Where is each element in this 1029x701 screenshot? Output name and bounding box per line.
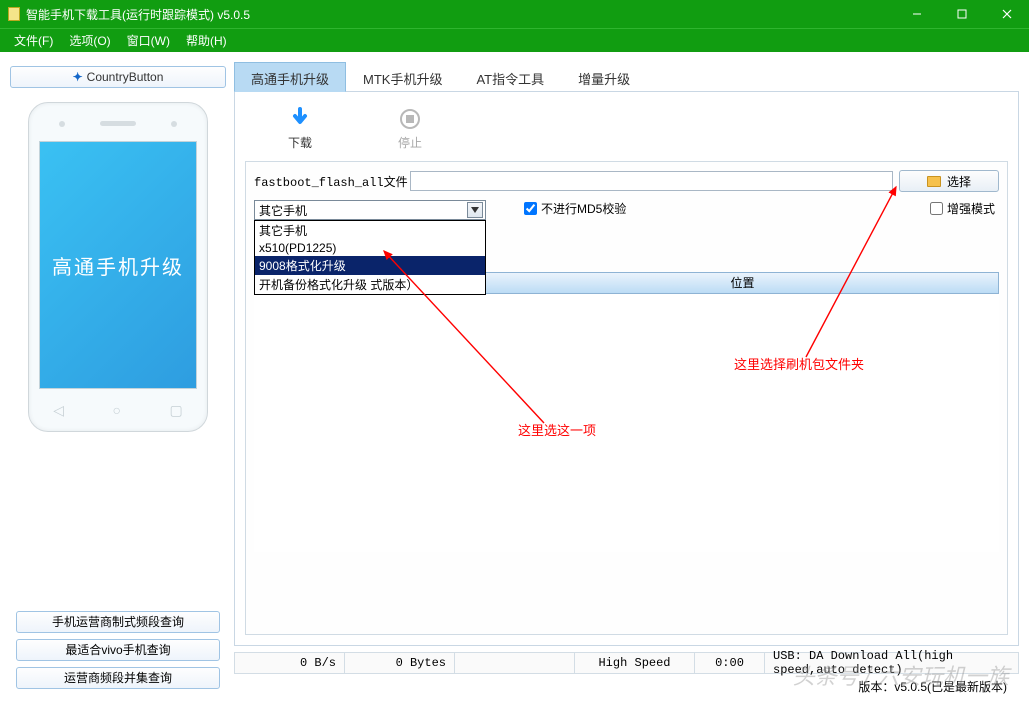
globe-icon: ✦ [73, 67, 83, 87]
file-path-input[interactable] [410, 171, 893, 191]
upgrade-panel: fastboot_flash_all文件 选择 其它手机 其 [245, 161, 1008, 635]
select-button-label: 选择 [947, 173, 971, 190]
combo-option-selected[interactable]: 9008格式化升级 [255, 256, 485, 275]
phone-screen-text: 高通手机升级 [52, 251, 184, 280]
combo-option[interactable]: 开机备份格式化升级 式版本） [255, 275, 485, 294]
phone-model-combo[interactable]: 其它手机 其它手机 x510(PD1225) 9008格式化升级 开机备份格式化… [254, 200, 486, 220]
combo-dropdown: 其它手机 x510(PD1225) 9008格式化升级 开机备份格式化升级 式版… [254, 220, 486, 295]
combo-selected: 其它手机 [259, 202, 307, 219]
status-empty [455, 653, 575, 673]
md5-check-input[interactable] [524, 202, 537, 215]
download-tool[interactable]: 下载 [275, 106, 325, 151]
menu-help[interactable]: 帮助(H) [178, 30, 235, 51]
status-time: 0:00 [695, 653, 765, 673]
best-vivo-query-button[interactable]: 最适合vivo手机查询 [16, 639, 220, 661]
chevron-down-icon[interactable] [467, 202, 483, 218]
download-label: 下载 [275, 134, 325, 151]
tab-mtk[interactable]: MTK手机升级 [346, 62, 459, 91]
tabs: 高通手机升级 MTK手机升级 AT指令工具 增量升级 [234, 62, 1019, 92]
stop-tool: 停止 [385, 106, 435, 151]
menubar: 文件(F) 选项(O) 窗口(W) 帮助(H) [0, 28, 1029, 52]
md5-check-label: 不进行MD5校验 [541, 200, 626, 217]
tab-at[interactable]: AT指令工具 [459, 62, 561, 91]
status-speed: 0 B/s [235, 653, 345, 673]
tab-qualcomm[interactable]: 高通手机升级 [234, 62, 346, 92]
stop-icon [385, 106, 435, 132]
carrier-band-query-button[interactable]: 手机运营商制式频段查询 [16, 611, 220, 633]
stop-label: 停止 [385, 134, 435, 151]
close-button[interactable] [984, 0, 1029, 28]
enhanced-checkbox[interactable]: 增强模式 [930, 200, 995, 217]
status-highspeed: High Speed [575, 653, 695, 673]
tab-incremental[interactable]: 增量升级 [561, 62, 647, 91]
menu-window[interactable]: 窗口(W) [119, 30, 178, 51]
sidebar: ✦ CountryButton 高通手机升级 ◁○▢ 手机运营商制式频段查询 最… [0, 52, 232, 701]
select-file-button[interactable]: 选择 [899, 170, 999, 192]
download-icon [275, 106, 325, 132]
grid-body [254, 294, 999, 552]
version-text: 版本：v5.0.5(已是最新版本) [234, 674, 1019, 697]
statusbar: 0 B/s 0 Bytes High Speed 0:00 USB: DA Do… [234, 652, 1019, 674]
status-usb: USB: DA Download All(high speed,auto det… [765, 653, 1018, 673]
md5-checkbox[interactable]: 不进行MD5校验 [524, 200, 626, 217]
tab-content: 下载 停止 fastboot_flash_all文件 选择 [234, 92, 1019, 646]
country-button[interactable]: ✦ CountryButton [10, 66, 226, 88]
combo-option[interactable]: 其它手机 [255, 221, 485, 240]
combo-option[interactable]: x510(PD1225) [255, 240, 485, 256]
status-bytes: 0 Bytes [345, 653, 455, 673]
maximize-button[interactable] [939, 0, 984, 28]
folder-icon [927, 176, 941, 187]
grid-col-location: 位置 [487, 273, 998, 293]
phone-preview: 高通手机升级 ◁○▢ [10, 94, 226, 442]
minimize-button[interactable] [894, 0, 939, 28]
country-button-label: CountryButton [87, 67, 164, 87]
menu-file[interactable]: 文件(F) [6, 30, 61, 51]
app-icon [8, 7, 20, 21]
main-panel: 高通手机升级 MTK手机升级 AT指令工具 增量升级 下载 停止 fastboo… [232, 52, 1029, 701]
file-label: fastboot_flash_all文件 [254, 173, 404, 190]
carrier-band-union-button[interactable]: 运营商频段并集查询 [16, 667, 220, 689]
enhanced-check-input[interactable] [930, 202, 943, 215]
menu-options[interactable]: 选项(O) [61, 30, 118, 51]
phone-nav-icons: ◁○▢ [29, 402, 207, 419]
titlebar: 智能手机下载工具(运行时跟踪模式) v5.0.5 [0, 0, 1029, 28]
window-title: 智能手机下载工具(运行时跟踪模式) v5.0.5 [26, 6, 894, 23]
enhanced-check-label: 增强模式 [947, 200, 995, 217]
